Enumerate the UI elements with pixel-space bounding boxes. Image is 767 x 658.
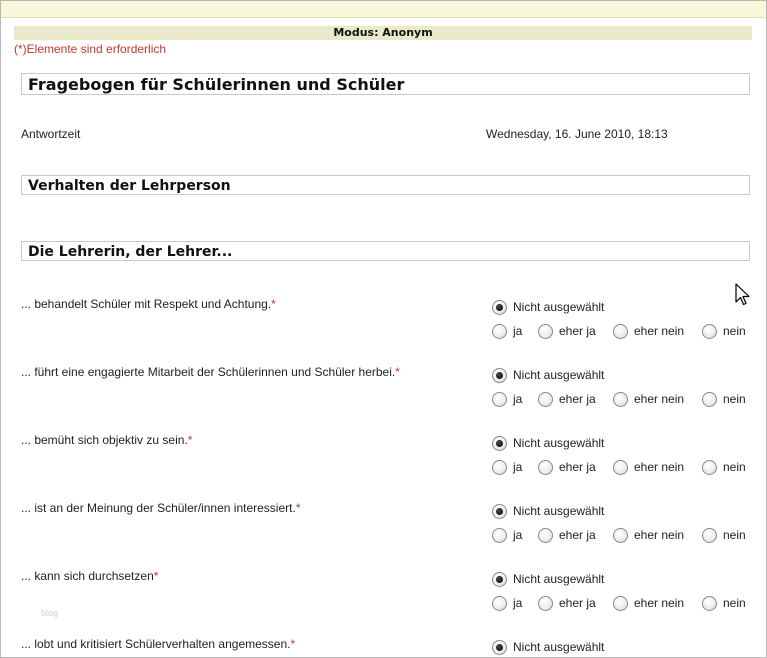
option-none-radio[interactable] [492, 436, 507, 451]
option-none-radio[interactable] [492, 300, 507, 315]
option-none-radio[interactable] [492, 572, 507, 587]
option-ja-label[interactable]: ja [513, 596, 522, 610]
option-eher-ja-label[interactable]: eher ja [559, 324, 596, 338]
question-label: ... ist an der Meinung der Schüler/innen… [21, 501, 296, 515]
subsection-heading: Die Lehrerin, der Lehrer... [21, 241, 750, 261]
option-nein-radio[interactable] [702, 460, 717, 475]
option-none-label[interactable]: Nicht ausgewählt [513, 572, 604, 586]
required-asterisk: * [395, 365, 400, 379]
option-nein-label[interactable]: nein [723, 460, 746, 474]
option-eher-nein-radio[interactable] [613, 596, 628, 611]
option-none-label[interactable]: Nicht ausgewählt [513, 368, 604, 382]
option-eher-nein-label[interactable]: eher nein [634, 392, 684, 406]
option-nein-label[interactable]: nein [723, 596, 746, 610]
option-ja-radio[interactable] [492, 528, 507, 543]
option-eher-nein-label[interactable]: eher nein [634, 460, 684, 474]
option-ja-radio[interactable] [492, 460, 507, 475]
option-nein-radio[interactable] [702, 596, 717, 611]
option-ja-label[interactable]: ja [513, 324, 522, 338]
option-eher-nein-label[interactable]: eher nein [634, 528, 684, 542]
top-bar [1, 1, 766, 18]
question-label: ... führt eine engagierte Mitarbeit der … [21, 365, 396, 379]
required-note: (*)Elemente sind erforderlich [14, 42, 167, 56]
option-eher-ja-radio[interactable] [538, 596, 553, 611]
option-eher-ja-radio[interactable] [538, 392, 553, 407]
option-none-radio[interactable] [492, 640, 507, 655]
window: Modus: Anonym (*)Elemente sind erforderl… [0, 0, 767, 658]
option-ja-label[interactable]: ja [513, 460, 522, 474]
option-eher-nein-label[interactable]: eher nein [634, 596, 684, 610]
question-text: ... kann sich durchsetzen* [21, 569, 158, 583]
mode-banner: Modus: Anonym [14, 26, 752, 40]
option-nein-radio[interactable] [702, 392, 717, 407]
question-text: ... lobt und kritisiert Schülerverhalten… [21, 637, 295, 651]
question-label: ... lobt und kritisiert Schülerverhalten… [21, 637, 291, 651]
option-eher-ja-radio[interactable] [538, 460, 553, 475]
option-none-label[interactable]: Nicht ausgewählt [513, 640, 604, 654]
required-asterisk: * [187, 433, 193, 447]
required-asterisk: * [153, 569, 159, 583]
answer-time-value: Wednesday, 16. June 2010, 18:13 [486, 127, 668, 141]
question-text: ... ist an der Meinung der Schüler/innen… [21, 501, 300, 515]
option-eher-ja-radio[interactable] [538, 528, 553, 543]
option-eher-ja-label[interactable]: eher ja [559, 460, 596, 474]
option-ja-label[interactable]: ja [513, 392, 522, 406]
option-nein-label[interactable]: nein [723, 392, 746, 406]
answer-time-label: Antwortzeit [21, 127, 81, 141]
option-eher-ja-label[interactable]: eher ja [559, 596, 596, 610]
required-asterisk: * [295, 501, 301, 515]
option-none-radio[interactable] [492, 368, 507, 383]
option-eher-nein-radio[interactable] [613, 392, 628, 407]
form-title: Fragebogen für Schülerinnen und Schüler [21, 73, 750, 95]
option-eher-nein-radio[interactable] [613, 324, 628, 339]
option-none-radio[interactable] [492, 504, 507, 519]
option-eher-nein-radio[interactable] [613, 460, 628, 475]
section-heading: Verhalten der Lehrperson [21, 175, 750, 195]
required-asterisk: * [271, 297, 276, 311]
mouse-pointer-icon [735, 283, 750, 306]
option-nein-radio[interactable] [702, 528, 717, 543]
question-text: ... führt eine engagierte Mitarbeit der … [21, 365, 400, 379]
option-eher-ja-label[interactable]: eher ja [559, 392, 596, 406]
option-none-label[interactable]: Nicht ausgewählt [513, 504, 604, 518]
question-label: ... behandelt Schüler mit Respekt und Ac… [21, 297, 272, 311]
watermark: blog [41, 608, 59, 618]
option-ja-radio[interactable] [492, 596, 507, 611]
option-nein-label[interactable]: nein [723, 528, 746, 542]
required-asterisk: * [290, 637, 296, 651]
option-eher-ja-radio[interactable] [538, 324, 553, 339]
option-nein-radio[interactable] [702, 324, 717, 339]
question-text: ... behandelt Schüler mit Respekt und Ac… [21, 297, 276, 311]
option-eher-nein-radio[interactable] [613, 528, 628, 543]
option-none-label[interactable]: Nicht ausgewählt [513, 436, 604, 450]
option-ja-label[interactable]: ja [513, 528, 522, 542]
question-label: ... bemüht sich objektiv zu sein. [21, 433, 188, 447]
option-ja-radio[interactable] [492, 392, 507, 407]
option-eher-ja-label[interactable]: eher ja [559, 528, 596, 542]
question-text: ... bemüht sich objektiv zu sein.* [21, 433, 192, 447]
option-eher-nein-label[interactable]: eher nein [634, 324, 684, 338]
option-none-label[interactable]: Nicht ausgewählt [513, 300, 604, 314]
question-label: ... kann sich durchsetzen [21, 569, 154, 583]
option-ja-radio[interactable] [492, 324, 507, 339]
option-nein-label[interactable]: nein [723, 324, 746, 338]
